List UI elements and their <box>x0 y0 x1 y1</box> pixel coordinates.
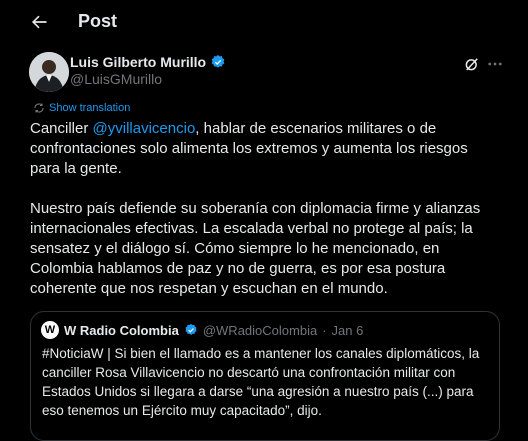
quoted-post-date: Jan 6 <box>331 322 364 338</box>
tweet-text-segment: Canciller <box>30 120 93 137</box>
show-translation-label: Show translation <box>49 102 131 114</box>
more-horizontal-icon <box>488 62 502 66</box>
quoted-avatar-letter: W <box>44 324 56 336</box>
more-button[interactable] <box>486 55 504 73</box>
verified-badge-icon <box>185 323 197 335</box>
grok-icon <box>465 58 478 71</box>
quoted-post-header: W W Radio Colombia @WRadioColombia · Jan… <box>41 321 363 339</box>
page-title: Post <box>78 11 118 31</box>
verified-badge-icon <box>211 55 225 68</box>
tweet-paragraph-1: Canciller @yvillavicencio, hablar de esc… <box>30 119 500 179</box>
tweet-paragraph-2: Nuestro país defiende su soberanía con d… <box>30 200 481 297</box>
quoted-avatar: W <box>41 321 59 339</box>
arrow-left-icon <box>32 15 47 29</box>
quoted-post-text: #NoticiaW | Si bien el llamado es a mant… <box>42 346 480 418</box>
quoted-post[interactable]: W W Radio Colombia @WRadioColombia · Jan… <box>30 311 500 441</box>
separator-dot: · <box>322 322 327 338</box>
author-name-row: Luis Gilberto Murillo <box>70 53 226 71</box>
quoted-author-name: W Radio Colombia <box>64 322 179 338</box>
translate-icon <box>34 103 44 113</box>
avatar[interactable] <box>29 52 69 92</box>
author-name[interactable]: Luis Gilberto Murillo <box>70 53 206 71</box>
grok-button[interactable] <box>463 55 481 73</box>
back-button[interactable] <box>27 10 51 34</box>
mention-link[interactable]: @yvillavicencio <box>93 120 196 137</box>
quoted-author-handle: @WRadioColombia <box>202 322 318 338</box>
author-handle[interactable]: @LuisGMurillo <box>70 70 162 88</box>
show-translation-button[interactable]: Show translation <box>33 101 130 115</box>
tweet-text: Canciller @yvillavicencio, hablar de esc… <box>30 119 500 299</box>
top-bar: Post <box>0 0 528 44</box>
avatar-image <box>29 52 69 92</box>
